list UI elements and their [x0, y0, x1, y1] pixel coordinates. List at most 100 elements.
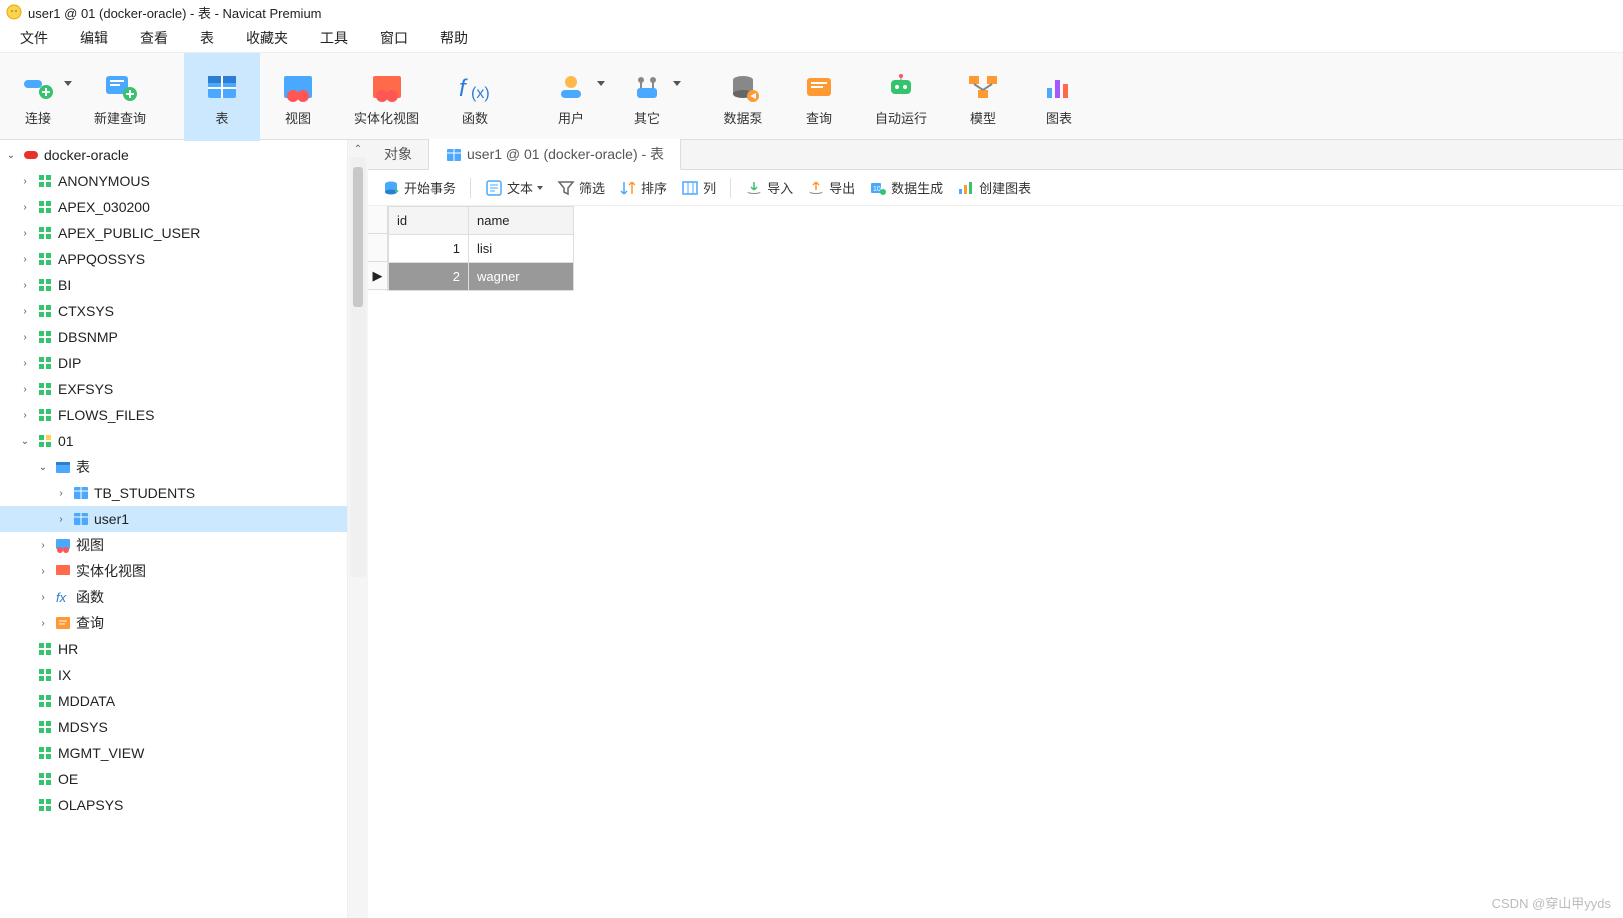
- menu-表[interactable]: 表: [184, 24, 230, 52]
- expand-icon[interactable]: ›: [36, 618, 50, 629]
- dropdown-icon[interactable]: [537, 186, 543, 190]
- user-button[interactable]: 用户: [533, 53, 609, 141]
- tree-schema-OLAPSYS[interactable]: OLAPSYS: [0, 792, 347, 818]
- function-button[interactable]: f(x)函数: [437, 53, 513, 141]
- scroll-up-icon[interactable]: ⌃: [354, 144, 362, 155]
- expand-icon[interactable]: ›: [18, 306, 32, 317]
- model-button[interactable]: 模型: [945, 53, 1021, 141]
- tree-group-视图[interactable]: ›视图: [0, 532, 347, 558]
- scroll-thumb[interactable]: [350, 157, 366, 577]
- chart-button[interactable]: 图表: [1021, 53, 1097, 141]
- tree-schema-IX[interactable]: IX: [0, 662, 347, 688]
- tree-schema-BI[interactable]: ›BI: [0, 272, 347, 298]
- tree-group-函数[interactable]: ›fx函数: [0, 584, 347, 610]
- tree-schema-OE[interactable]: OE: [0, 766, 347, 792]
- expand-icon[interactable]: ⌄: [36, 462, 50, 473]
- menu-帮助[interactable]: 帮助: [424, 24, 484, 52]
- expand-icon[interactable]: ›: [18, 332, 32, 343]
- text-mode[interactable]: 文本: [479, 174, 549, 201]
- menu-窗口[interactable]: 窗口: [364, 24, 424, 52]
- cell-name[interactable]: wagner: [469, 263, 574, 291]
- expand-icon[interactable]: ›: [54, 488, 68, 499]
- expand-icon[interactable]: ›: [18, 358, 32, 369]
- tab-objects[interactable]: 对象: [368, 139, 429, 169]
- connection-tree[interactable]: ⌄docker-oracle›ANONYMOUS›APEX_030200›APE…: [0, 140, 348, 918]
- cell-id[interactable]: 2: [389, 263, 469, 291]
- begin-transaction[interactable]: 开始事务: [376, 174, 462, 201]
- menu-查看[interactable]: 查看: [124, 24, 184, 52]
- schema-icon: [36, 640, 54, 658]
- tree-schema-EXFSYS[interactable]: ›EXFSYS: [0, 376, 347, 402]
- dropdown-icon[interactable]: [597, 81, 605, 86]
- table-row[interactable]: 1lisi: [389, 235, 574, 263]
- filter[interactable]: 筛选: [551, 174, 611, 201]
- view-button[interactable]: 视图: [260, 53, 336, 141]
- export[interactable]: 导出: [801, 174, 861, 201]
- menu-文件[interactable]: 文件: [4, 24, 64, 52]
- tree-schema-MDSYS[interactable]: MDSYS: [0, 714, 347, 740]
- tree-schema-APEX_PUBLIC_USER[interactable]: ›APEX_PUBLIC_USER: [0, 220, 347, 246]
- expand-icon[interactable]: ›: [18, 254, 32, 265]
- expand-icon[interactable]: ›: [18, 176, 32, 187]
- tab-user1-table[interactable]: user1 @ 01 (docker-oracle) - 表: [429, 139, 681, 170]
- datapump-button[interactable]: 数据泵: [705, 53, 781, 141]
- expand-icon[interactable]: ›: [18, 280, 32, 291]
- tree-schema-DIP[interactable]: ›DIP: [0, 350, 347, 376]
- tree-table-TB_STUDENTS[interactable]: ›TB_STUDENTS: [0, 480, 347, 506]
- menu-收藏夹[interactable]: 收藏夹: [230, 24, 304, 52]
- dropdown-icon[interactable]: [64, 81, 72, 86]
- menu-编辑[interactable]: 编辑: [64, 24, 124, 52]
- tree-group-tables[interactable]: ⌄表: [0, 454, 347, 480]
- schema-active-icon: [36, 432, 54, 450]
- new-query-button[interactable]: 新建查询: [76, 53, 164, 141]
- expand-icon[interactable]: ›: [18, 410, 32, 421]
- columns[interactable]: 列: [675, 174, 722, 201]
- tree-group-查询[interactable]: ›查询: [0, 610, 347, 636]
- cell-id[interactable]: 1: [389, 235, 469, 263]
- col-header-name[interactable]: name: [469, 207, 574, 235]
- tree-schema-MGMT_VIEW[interactable]: MGMT_VIEW: [0, 740, 347, 766]
- tree-schema-MDDATA[interactable]: MDDATA: [0, 688, 347, 714]
- tree-table-user1[interactable]: ›user1: [0, 506, 347, 532]
- connection-button[interactable]: 连接: [0, 53, 76, 141]
- tree-schema-DBSNMP[interactable]: ›DBSNMP: [0, 324, 347, 350]
- dropdown-icon[interactable]: [673, 81, 681, 86]
- tree-schema-CTXSYS[interactable]: ›CTXSYS: [0, 298, 347, 324]
- expand-icon[interactable]: ›: [54, 514, 68, 525]
- table-row[interactable]: 2wagner: [389, 263, 574, 291]
- expand-icon[interactable]: ⌄: [18, 436, 32, 447]
- tree-schema-current[interactable]: ⌄01: [0, 428, 347, 454]
- create-chart[interactable]: 创建图表: [951, 174, 1037, 201]
- menu-工具[interactable]: 工具: [304, 24, 364, 52]
- row-indicator[interactable]: [368, 234, 387, 262]
- tree-schema-FLOWS_FILES[interactable]: ›FLOWS_FILES: [0, 402, 347, 428]
- autorun-button[interactable]: 自动运行: [857, 53, 945, 141]
- expand-icon[interactable]: ›: [18, 384, 32, 395]
- tree-schema-APEX_030200[interactable]: ›APEX_030200: [0, 194, 347, 220]
- expand-icon[interactable]: ›: [36, 592, 50, 603]
- schema-icon: [36, 406, 54, 424]
- tree-schema-HR[interactable]: HR: [0, 636, 347, 662]
- window-title: user1 @ 01 (docker-oracle) - 表 - Navicat…: [28, 3, 322, 22]
- expand-icon[interactable]: ›: [36, 540, 50, 551]
- sidebar-scrollbar[interactable]: ⌃: [348, 140, 368, 918]
- tree-schema-ANONYMOUS[interactable]: ›ANONYMOUS: [0, 168, 347, 194]
- other-button[interactable]: 其它: [609, 53, 685, 141]
- cell-name[interactable]: lisi: [469, 235, 574, 263]
- sort[interactable]: 排序: [613, 174, 673, 201]
- expand-icon[interactable]: ›: [36, 566, 50, 577]
- import[interactable]: 导入: [739, 174, 799, 201]
- tree-schema-APPQOSSYS[interactable]: ›APPQOSSYS: [0, 246, 347, 272]
- row-indicator[interactable]: ▶: [368, 262, 387, 290]
- tree-connection[interactable]: ⌄docker-oracle: [0, 142, 347, 168]
- data-gen[interactable]: 101数据生成: [863, 174, 949, 201]
- tree-group-实体化视图[interactable]: ›实体化视图: [0, 558, 347, 584]
- materialized-view-button[interactable]: 实体化视图: [336, 53, 437, 141]
- query-button[interactable]: 查询: [781, 53, 857, 141]
- expand-icon[interactable]: ⌄: [4, 150, 18, 161]
- data-grid[interactable]: ▶ idname1lisi2wagner: [368, 206, 1623, 291]
- table-button[interactable]: 表: [184, 53, 260, 141]
- col-header-id[interactable]: id: [389, 207, 469, 235]
- expand-icon[interactable]: ›: [18, 202, 32, 213]
- expand-icon[interactable]: ›: [18, 228, 32, 239]
